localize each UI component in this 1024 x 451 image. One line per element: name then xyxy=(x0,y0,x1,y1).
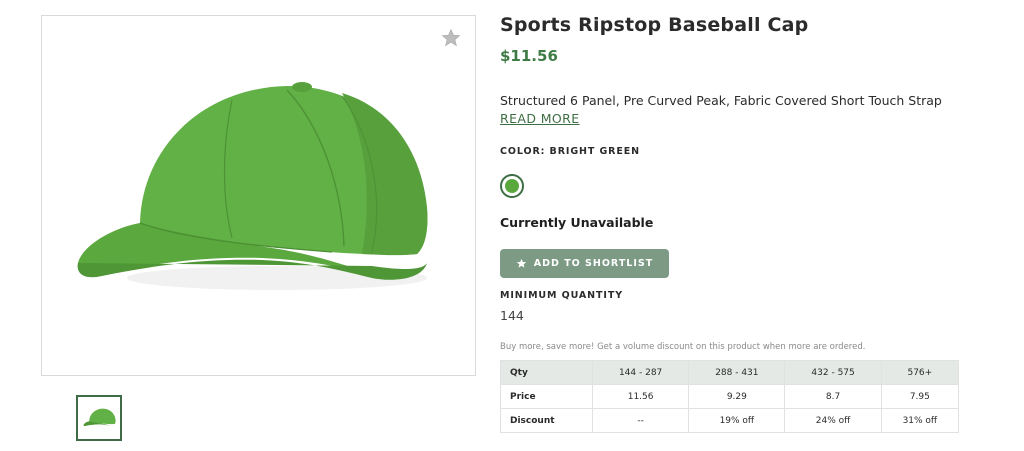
read-more-link[interactable]: READ MORE xyxy=(500,111,580,126)
pricing-table: Qty 144 - 287 288 - 431 432 - 575 576+ P… xyxy=(500,360,960,433)
table-header-cell: Qty xyxy=(500,360,593,385)
table-cell: 19% off xyxy=(688,408,786,433)
table-row: Price 11.56 9.29 8.7 7.95 xyxy=(500,384,960,409)
table-header-cell: 432 - 575 xyxy=(784,360,882,385)
cap-thumbnail-image xyxy=(83,408,116,427)
table-cell: 9.29 xyxy=(688,384,786,409)
availability-status: Currently Unavailable xyxy=(500,215,654,230)
add-to-shortlist-label: ADD TO SHORTLIST xyxy=(533,258,654,269)
table-row: Discount -- 19% off 24% off 31% off xyxy=(500,408,960,433)
table-header-cell: 288 - 431 xyxy=(688,360,786,385)
add-to-shortlist-button[interactable]: ADD TO SHORTLIST xyxy=(500,249,669,278)
cap-image xyxy=(77,82,428,290)
table-cell: 31% off xyxy=(880,408,960,433)
product-main-image xyxy=(41,15,476,376)
volume-discount-note: Buy more, save more! Get a volume discou… xyxy=(500,342,866,352)
table-cell: 8.7 xyxy=(784,384,882,409)
product-title: Sports Ripstop Baseball Cap xyxy=(500,14,809,36)
minimum-quantity-value: 144 xyxy=(500,308,524,323)
table-header-row: Qty 144 - 287 288 - 431 432 - 575 576+ xyxy=(500,360,960,385)
star-icon xyxy=(516,258,526,268)
table-header-cell: 144 - 287 xyxy=(591,360,690,385)
table-cell: 11.56 xyxy=(591,384,690,409)
table-header-cell: 576+ xyxy=(880,360,960,385)
table-cell: -- xyxy=(591,408,690,433)
color-swatch-bright-green[interactable] xyxy=(500,174,524,198)
table-cell: Discount xyxy=(500,408,593,433)
minimum-quantity-label: MINIMUM QUANTITY xyxy=(500,290,623,301)
table-cell: Price xyxy=(500,384,593,409)
star-icon[interactable] xyxy=(441,28,461,48)
product-thumbnail[interactable] xyxy=(76,395,122,441)
table-cell: 24% off xyxy=(784,408,882,433)
table-cell: 7.95 xyxy=(880,384,960,409)
color-dot xyxy=(505,179,519,193)
color-label: COLOR: BRIGHT GREEN xyxy=(500,146,641,157)
product-description: Structured 6 Panel, Pre Curved Peak, Fab… xyxy=(500,93,942,108)
product-price: $11.56 xyxy=(500,47,558,65)
